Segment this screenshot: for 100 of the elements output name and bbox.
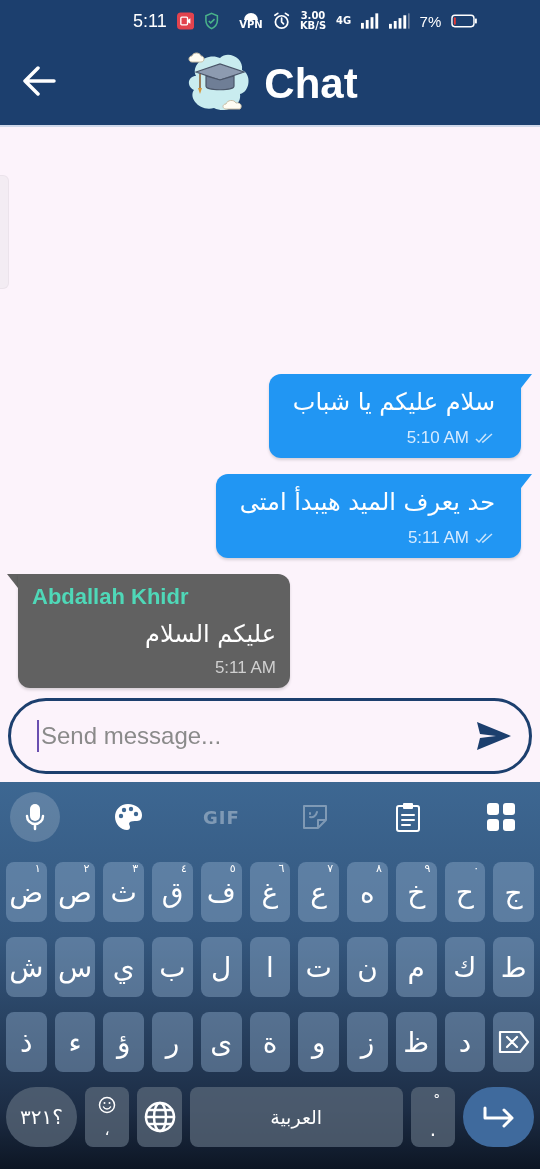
sticker-icon — [300, 803, 329, 831]
signal-icon — [388, 13, 410, 29]
key-label: ط — [500, 950, 527, 984]
letter-key[interactable]: ر — [152, 1012, 193, 1072]
key-label: ا — [266, 950, 274, 984]
letter-key[interactable]: ؤ — [103, 1012, 145, 1072]
enter-key[interactable] — [463, 1087, 534, 1147]
letter-key[interactable]: ٥ ف — [200, 862, 242, 922]
letter-key[interactable]: ٦ غ — [249, 862, 291, 922]
key-label: ز — [360, 1025, 375, 1059]
screen-title: Chat — [264, 59, 358, 108]
letter-key[interactable]: ج — [493, 862, 534, 922]
key-label: ذ — [20, 1025, 33, 1059]
battery-percent: 7% — [419, 12, 442, 30]
symbols-key[interactable]: ؟٣٢١ — [6, 1087, 77, 1147]
key-hint: ٦ — [278, 863, 285, 874]
key-hint: ٤ — [180, 863, 187, 874]
key-label: و — [311, 1025, 326, 1059]
letter-key[interactable]: ك — [444, 937, 486, 997]
clipboard-icon — [394, 802, 421, 832]
letter-key[interactable]: ذ — [5, 1012, 47, 1072]
letter-key[interactable]: ى — [200, 1012, 242, 1072]
language-key[interactable] — [137, 1087, 182, 1147]
letter-key[interactable]: م — [395, 937, 437, 997]
letter-key[interactable]: س — [54, 937, 96, 997]
key-hint: ٠ — [473, 863, 480, 874]
letter-key[interactable]: ت — [298, 937, 340, 997]
period-key[interactable]: ْ . — [410, 1087, 455, 1147]
letter-key[interactable]: ٤ ق — [152, 862, 193, 922]
backspace-key[interactable] — [493, 1012, 534, 1072]
letter-key[interactable]: ٣ ث — [103, 862, 145, 922]
key-hint: ٩ — [424, 863, 431, 874]
letter-key[interactable]: ٩ خ — [395, 862, 437, 922]
key-label: ل — [211, 950, 232, 984]
signal-icon — [361, 13, 379, 29]
alarm-icon — [272, 12, 290, 30]
key-label: خ — [407, 875, 426, 909]
letter-key[interactable]: ب — [152, 937, 193, 997]
space-key[interactable]: العربية — [189, 1087, 403, 1147]
key-label: ف — [206, 875, 236, 909]
emoji-icon — [98, 1096, 117, 1114]
network-type: 4G — [336, 16, 352, 26]
gauge-icon — [242, 12, 259, 20]
key-label: ن — [357, 950, 378, 984]
key-label: ش — [9, 950, 44, 984]
message-text: حد يعرف الميد هيبدأ امتى — [239, 488, 495, 516]
vpn-label: VPN — [239, 20, 263, 30]
key-label: ى — [210, 1025, 233, 1059]
key-hint: ٣ — [132, 863, 139, 874]
key-label: ه — [360, 875, 375, 909]
microphone-icon — [25, 803, 45, 831]
letter-key[interactable]: ٨ ه — [347, 862, 388, 922]
send-button[interactable] — [476, 721, 512, 751]
letter-key[interactable]: د — [444, 1012, 486, 1072]
letter-key[interactable]: ا — [249, 937, 291, 997]
key-label: ر — [165, 1025, 180, 1059]
letter-key[interactable]: ٧ ع — [298, 862, 340, 922]
letter-key[interactable]: ش — [5, 937, 47, 997]
key-label: ت — [305, 950, 332, 984]
letter-key[interactable]: ن — [347, 937, 388, 997]
letter-key[interactable]: ل — [200, 937, 242, 997]
shield-icon — [203, 12, 220, 30]
letter-key[interactable]: ٢ ص — [54, 862, 96, 922]
message-input-field[interactable]: Send message... — [8, 698, 532, 774]
key-label: ع — [310, 875, 328, 909]
letter-key[interactable]: ظ — [395, 1012, 437, 1072]
key-label: ة — [262, 1025, 278, 1059]
key-hint: ١ — [34, 863, 41, 874]
message-text: سلام عليكم يا شباب — [292, 388, 495, 416]
palette-icon — [113, 802, 144, 832]
speed-value: 3.00 — [300, 11, 326, 21]
emoji-comma-key[interactable]: ، — [85, 1087, 130, 1147]
letter-key[interactable]: ز — [347, 1012, 388, 1072]
key-label: ك — [453, 950, 477, 984]
apps-grid-icon — [486, 803, 515, 831]
key-label: ج — [504, 875, 523, 909]
key-hint: ٨ — [375, 863, 382, 874]
message-time: 5:11 AM — [407, 528, 469, 548]
letter-key[interactable]: ٠ ح — [444, 862, 486, 922]
key-label: ث — [110, 875, 137, 909]
key-label: د — [458, 1025, 472, 1059]
letter-key[interactable]: ط — [493, 937, 534, 997]
backspace-icon — [497, 1030, 530, 1054]
key-label: ق — [161, 875, 184, 909]
letter-key[interactable]: ١ ض — [5, 862, 47, 922]
letter-key[interactable]: ء — [54, 1012, 96, 1072]
key-label: غ — [261, 875, 279, 909]
battery-icon — [451, 14, 478, 28]
key-label: ض — [9, 875, 44, 909]
key-label: ؤ — [117, 1025, 131, 1059]
enter-arrow-icon — [481, 1105, 516, 1129]
key-label: ي — [112, 950, 135, 984]
letter-key[interactable]: ي — [103, 937, 145, 997]
microphone-button[interactable] — [10, 792, 60, 842]
clock: 5:11 — [133, 10, 167, 32]
key-label: م — [407, 950, 425, 984]
key-label: ء — [68, 1025, 82, 1059]
letter-key[interactable]: ة — [249, 1012, 291, 1072]
letter-key[interactable]: و — [298, 1012, 340, 1072]
key-hint: ٧ — [327, 863, 334, 874]
